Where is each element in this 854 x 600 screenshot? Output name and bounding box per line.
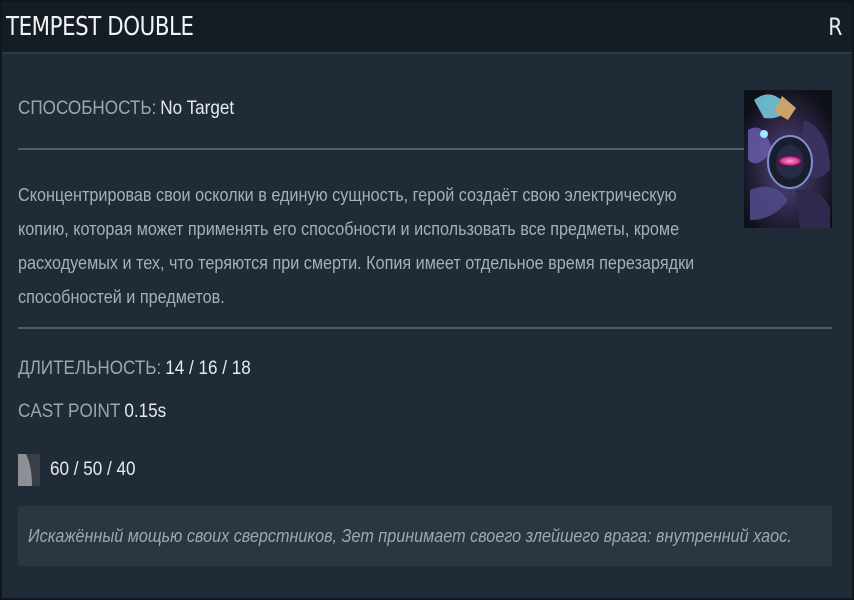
ability-behavior-label: СПОСОБНОСТЬ: — [18, 98, 157, 119]
duration-label: ДЛИТЕЛЬНОСТЬ: — [18, 358, 162, 379]
duration-value: 14 / 16 / 18 — [165, 358, 251, 379]
ability-description: Сконцентрировав свои осколки в единую су… — [18, 178, 738, 314]
ability-hotkey: R — [828, 13, 843, 41]
cooldown-stat: 60 / 50 / 40 — [50, 459, 145, 481]
lore-text: Искажённый мощью своих сверстников, Зет … — [28, 525, 792, 546]
tooltip-header: TEMPEST DOUBLE R — [2, 2, 852, 54]
ability-title: TEMPEST DOUBLE — [6, 12, 194, 42]
ability-behavior: СПОСОБНОСТЬ: No Target — [18, 98, 258, 120]
description-line: способностей и предметов. — [18, 287, 225, 307]
duration-stat: ДЛИТЕЛЬНОСТЬ: 14 / 16 / 18 — [18, 358, 277, 380]
cooldown-icon — [18, 454, 40, 486]
description-line: расходуемых и тех, что теряются при смер… — [18, 253, 695, 273]
description-line: Сконцентрировав свои осколки в единую су… — [18, 185, 677, 205]
divider-top — [18, 148, 744, 150]
ability-behavior-value: No Target — [160, 98, 235, 119]
cooldown-value: 60 / 50 / 40 — [50, 459, 136, 480]
description-line: копию, которая может применять его спосо… — [18, 219, 680, 239]
cast-point-stat: CAST POINT 0.15s — [18, 401, 183, 423]
cast-point-value: 0.15s — [124, 401, 167, 422]
arc-warden-portrait-icon — [744, 90, 832, 228]
ability-tooltip: TEMPEST DOUBLE R СПОСОБНОСТЬ: No Target … — [0, 0, 854, 600]
lore-box: Искажённый мощью своих сверстников, Зет … — [18, 506, 832, 566]
cast-point-label: CAST POINT — [18, 401, 121, 422]
divider-middle — [18, 327, 832, 329]
